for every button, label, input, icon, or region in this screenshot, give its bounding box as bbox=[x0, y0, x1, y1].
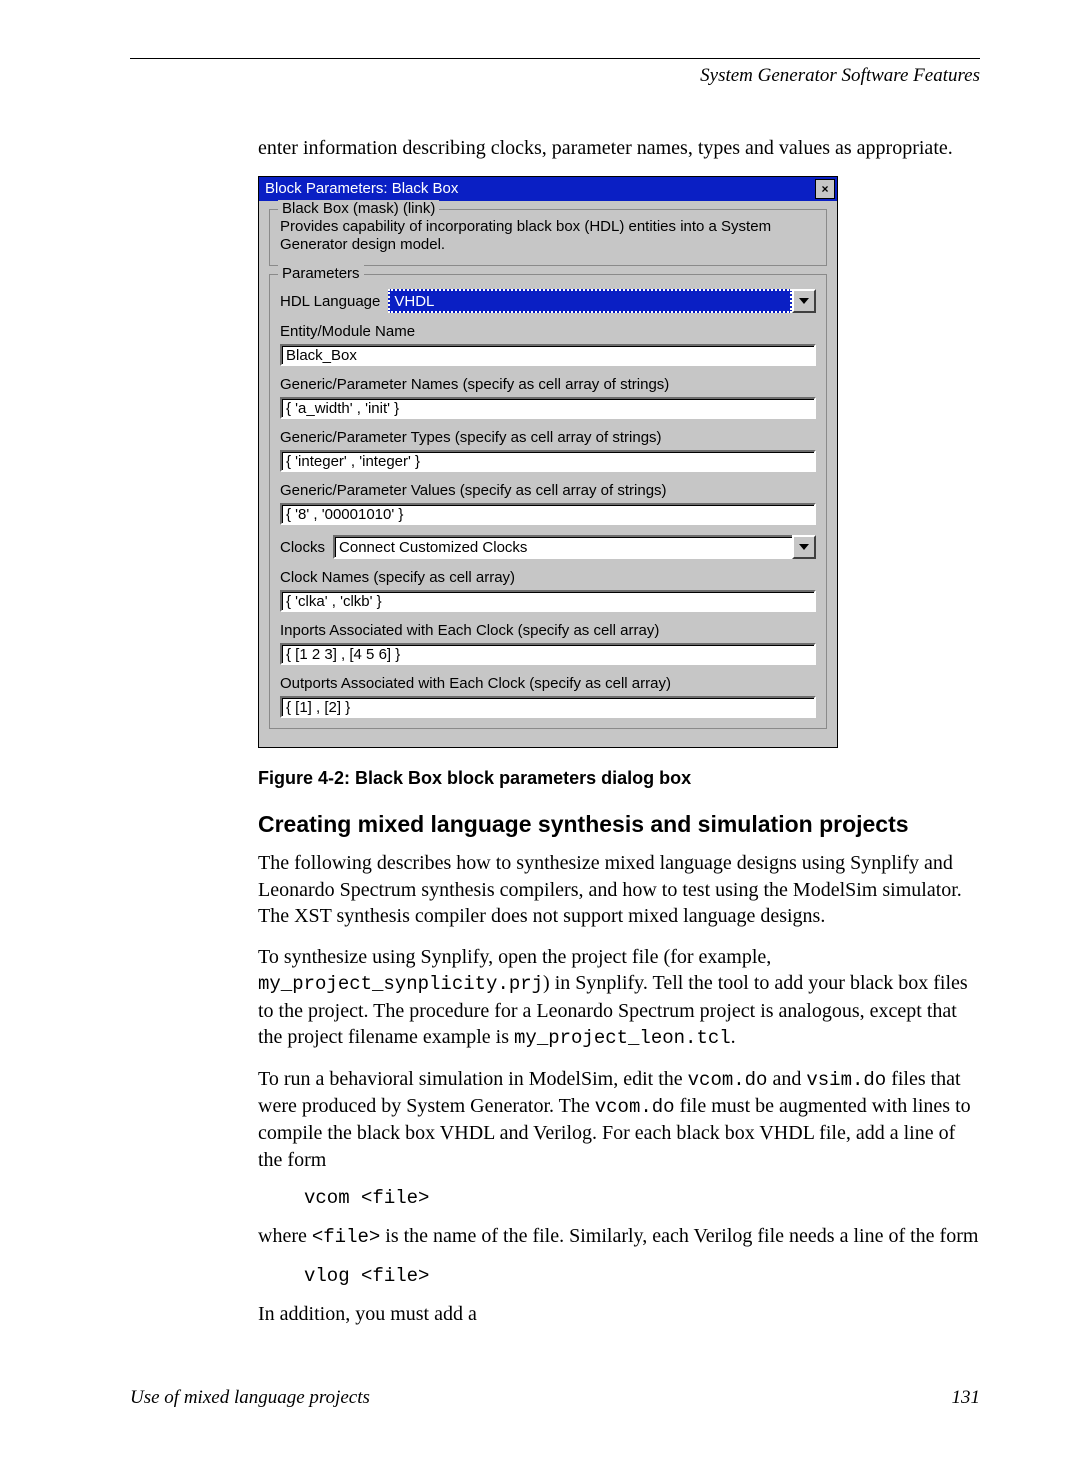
clocks-dropdown[interactable]: Connect Customized Clocks bbox=[333, 535, 816, 559]
hdl-language-value: VHDL bbox=[388, 289, 792, 313]
paragraph-2: To synthesize using Synplify, open the p… bbox=[258, 944, 980, 1052]
code-vsim-do: vsim.do bbox=[806, 1069, 886, 1091]
dropdown-arrow-icon[interactable] bbox=[792, 535, 816, 559]
section-heading: Creating mixed language synthesis and si… bbox=[258, 811, 980, 838]
dialog-titlebar: Block Parameters: Black Box × bbox=[259, 177, 837, 201]
block-parameters-dialog: Block Parameters: Black Box × Black Box … bbox=[258, 176, 838, 749]
header-section-title: System Generator Software Features bbox=[130, 65, 980, 87]
outports-input[interactable]: { [1] , [2] } bbox=[280, 696, 816, 718]
paragraph-4: where <file> is the name of the file. Si… bbox=[258, 1223, 980, 1250]
inports-label: Inports Associated with Each Clock (spec… bbox=[280, 622, 816, 639]
generic-types-label: Generic/Parameter Types (specify as cell… bbox=[280, 429, 816, 446]
generic-values-input[interactable]: { '8' , '00001010' } bbox=[280, 503, 816, 525]
generic-values-label: Generic/Parameter Values (specify as cel… bbox=[280, 482, 816, 499]
generic-types-input[interactable]: { 'integer' , 'integer' } bbox=[280, 450, 816, 472]
p2-text-a: To synthesize using Synplify, open the p… bbox=[258, 946, 771, 968]
dialog-title: Block Parameters: Black Box bbox=[265, 180, 815, 197]
mask-description: Provides capability of incorporating bla… bbox=[280, 218, 816, 256]
close-icon[interactable]: × bbox=[815, 179, 835, 199]
hdl-language-label: HDL Language bbox=[280, 293, 380, 310]
entity-name-input[interactable]: Black_Box bbox=[280, 344, 816, 366]
paragraph-1: The following describes how to synthesiz… bbox=[258, 850, 980, 930]
code-block-vlog: vlog <file> bbox=[304, 1265, 980, 1287]
header-rule bbox=[130, 58, 980, 59]
p3-text-a: To run a behavioral simulation in ModelS… bbox=[258, 1068, 688, 1090]
p2-text-c: . bbox=[731, 1026, 736, 1048]
clocks-value: Connect Customized Clocks bbox=[333, 535, 792, 559]
hdl-language-dropdown[interactable]: VHDL bbox=[388, 289, 816, 313]
entity-name-label: Entity/Module Name bbox=[280, 323, 816, 340]
p3-text-b: and bbox=[767, 1068, 806, 1090]
generic-names-input[interactable]: { 'a_width' , 'init' } bbox=[280, 397, 816, 419]
code-file-placeholder: <file> bbox=[312, 1226, 380, 1248]
parameters-fieldset: Parameters HDL Language VHDL Entity/Modu… bbox=[269, 274, 827, 729]
footer-page-number: 131 bbox=[952, 1387, 981, 1409]
code-prj-file: my_project_synplicity.prj bbox=[258, 973, 543, 995]
mask-fieldset: Black Box (mask) (link) Provides capabil… bbox=[269, 209, 827, 267]
figure-caption: Figure 4-2: Black Box block parameters d… bbox=[258, 768, 980, 789]
mask-legend: Black Box (mask) (link) bbox=[278, 200, 439, 217]
dropdown-arrow-icon[interactable] bbox=[792, 289, 816, 313]
intro-paragraph: enter information describing clocks, par… bbox=[258, 135, 980, 162]
code-tcl-file: my_project_leon.tcl bbox=[514, 1027, 731, 1049]
footer-left: Use of mixed language projects bbox=[130, 1387, 370, 1409]
paragraph-5: In addition, you must add a bbox=[258, 1301, 980, 1328]
inports-input[interactable]: { [1 2 3] , [4 5 6] } bbox=[280, 643, 816, 665]
p4-text-a: where bbox=[258, 1225, 312, 1247]
clock-names-label: Clock Names (specify as cell array) bbox=[280, 569, 816, 586]
code-vcom-do: vcom.do bbox=[688, 1069, 768, 1091]
clock-names-input[interactable]: { 'clka' , 'clkb' } bbox=[280, 590, 816, 612]
p4-text-b: is the name of the file. Similarly, each… bbox=[380, 1225, 978, 1247]
paragraph-3: To run a behavioral simulation in ModelS… bbox=[258, 1066, 980, 1174]
outports-label: Outports Associated with Each Clock (spe… bbox=[280, 675, 816, 692]
code-block-vcom: vcom <file> bbox=[304, 1187, 980, 1209]
code-vcom-do-2: vcom.do bbox=[595, 1096, 675, 1118]
clocks-label: Clocks bbox=[280, 539, 325, 556]
parameters-legend: Parameters bbox=[278, 265, 364, 282]
generic-names-label: Generic/Parameter Names (specify as cell… bbox=[280, 376, 816, 393]
